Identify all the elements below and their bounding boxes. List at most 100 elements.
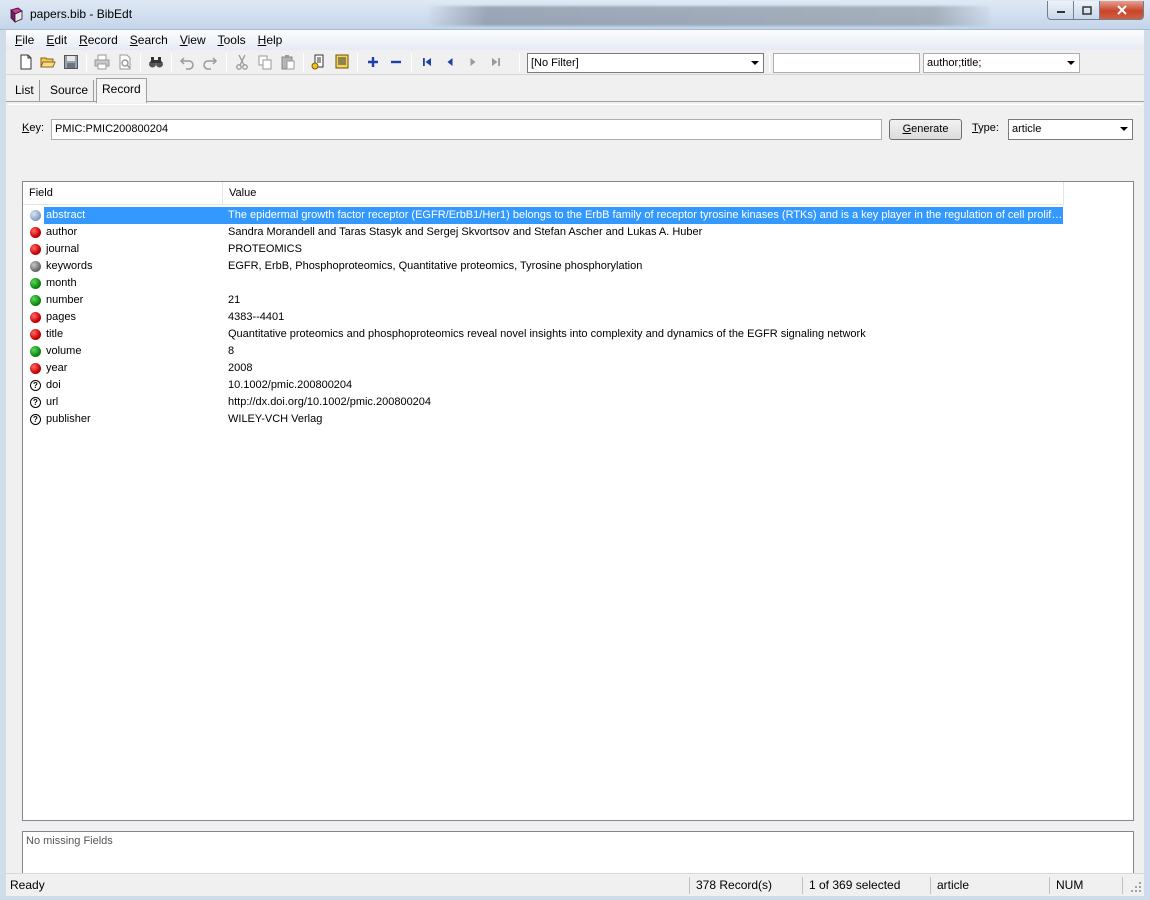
redo-icon[interactable] <box>202 54 218 70</box>
field-value[interactable]: WILEY-VCH Verlag <box>228 411 1063 428</box>
column-header-value[interactable]: Value <box>223 182 1064 205</box>
tab-source[interactable]: Source <box>45 80 95 102</box>
search-fields-dropdown[interactable]: author;title; <box>923 53 1080 73</box>
last-record-icon[interactable] <box>488 54 504 70</box>
status-dot-icon <box>30 312 41 323</box>
question-icon: ? <box>30 397 41 408</box>
print-preview-icon[interactable] <box>117 54 133 70</box>
table-row[interactable]: year 2008 <box>23 360 1064 377</box>
blurred-region <box>430 6 990 26</box>
status-selection: 1 of 369 selected <box>809 878 901 892</box>
menu-tools[interactable]: Tools <box>212 30 252 50</box>
table-row[interactable]: journal PROTEOMICS <box>23 241 1064 258</box>
journal-abbrev-icon[interactable] <box>334 54 350 70</box>
table-row[interactable]: month <box>23 275 1064 292</box>
status-dot-icon <box>30 363 41 374</box>
menu-help[interactable]: Help <box>252 30 289 50</box>
title-bar[interactable]: papers.bib - BibEdt <box>0 0 1150 30</box>
field-value[interactable]: 21 <box>228 292 1063 309</box>
field-name: journal <box>46 243 80 255</box>
field-value[interactable]: The epidermal growth factor receptor (EG… <box>228 207 1063 224</box>
chevron-down-icon <box>751 61 759 65</box>
new-file-icon[interactable] <box>18 54 34 70</box>
save-icon[interactable] <box>63 54 79 70</box>
menu-edit[interactable]: Edit <box>40 30 73 50</box>
field-name: volume <box>46 345 82 357</box>
table-row[interactable]: title Quantitative proteomics and phospho… <box>23 326 1064 343</box>
table-row[interactable]: abstract The epidermal growth factor rece… <box>23 207 1064 224</box>
main-window: File Edit Record Search View Tools Help [No Fi… <box>6 30 1144 896</box>
view-tabs: List Source Record <box>6 76 1144 103</box>
generate-button[interactable]: Generate <box>889 119 962 140</box>
search-input[interactable] <box>773 53 920 73</box>
find-binoculars-icon[interactable] <box>148 54 164 70</box>
column-header-field[interactable]: Field <box>23 182 223 205</box>
status-dot-icon <box>30 295 41 306</box>
print-icon[interactable] <box>94 54 110 70</box>
field-value[interactable] <box>228 275 1063 292</box>
first-record-icon[interactable] <box>419 54 435 70</box>
minimize-icon <box>1056 11 1065 13</box>
key-field[interactable]: PMIC:PMIC200800204 <box>51 119 882 140</box>
field-name: number <box>46 294 84 306</box>
table-row[interactable]: number 21 <box>23 292 1064 309</box>
next-record-icon[interactable] <box>465 54 481 70</box>
close-icon <box>1116 5 1127 15</box>
menu-record[interactable]: Record <box>73 30 124 50</box>
status-bar: Ready 378 Record(s) 1 of 369 selected ar… <box>6 873 1144 895</box>
status-num: NUM <box>1056 878 1084 892</box>
field-value[interactable]: PROTEOMICS <box>228 241 1063 258</box>
field-value[interactable]: 8 <box>228 343 1063 360</box>
fields-grid[interactable]: Field Value abstract The epidermal growth… <box>22 181 1134 821</box>
field-name: abstract <box>44 207 228 224</box>
tab-record[interactable]: Record <box>96 78 147 103</box>
field-value[interactable]: http://dx.doi.org/10.1002/pmic.200800204 <box>228 394 1063 411</box>
status-record-count: 378 Record(s) <box>696 878 773 892</box>
field-value[interactable]: 10.1002/pmic.200800204 <box>228 377 1063 394</box>
grid-header: Field Value <box>23 182 1064 205</box>
menu-search[interactable]: Search <box>124 30 174 50</box>
tab-list[interactable]: List <box>10 80 40 102</box>
paste-icon[interactable] <box>280 54 296 70</box>
field-name: month <box>46 277 77 289</box>
status-type: article <box>937 878 970 892</box>
field-value[interactable]: Quantitative proteomics and phosphoprote… <box>228 326 1063 343</box>
table-row[interactable]: ? doi 10.1002/pmic.200800204 <box>23 377 1064 394</box>
question-icon: ? <box>30 380 41 391</box>
field-name: title <box>46 328 64 340</box>
chevron-down-icon <box>1120 127 1128 131</box>
question-icon: ? <box>30 414 41 425</box>
type-dropdown[interactable]: article <box>1008 119 1133 140</box>
filter-dropdown[interactable]: [No Filter] <box>527 53 764 73</box>
maximize-button[interactable] <box>1074 1 1100 20</box>
generate-key-icon[interactable] <box>311 54 327 70</box>
table-row[interactable]: ? publisher WILEY-VCH Verlag <box>23 411 1064 428</box>
table-row[interactable]: pages 4383--4401 <box>23 309 1064 326</box>
table-row[interactable]: keywords EGFR, ErbB, Phosphoproteomics, Q… <box>23 258 1064 275</box>
resize-grip-icon[interactable] <box>1130 881 1142 893</box>
copy-icon[interactable] <box>257 54 273 70</box>
field-value[interactable]: 4383--4401 <box>228 309 1063 326</box>
filter-value: [No Filter] <box>531 57 579 69</box>
add-record-icon[interactable] <box>365 54 381 70</box>
open-folder-icon[interactable] <box>40 54 56 70</box>
field-name: author <box>46 226 78 238</box>
chevron-down-icon <box>1067 61 1075 65</box>
menu-view[interactable]: View <box>174 30 212 50</box>
table-row[interactable]: volume 8 <box>23 343 1064 360</box>
field-value[interactable]: 2008 <box>228 360 1063 377</box>
previous-record-icon[interactable] <box>442 54 458 70</box>
table-row[interactable]: ? url http://dx.doi.org/10.1002/pmic.20080… <box>23 394 1064 411</box>
menu-bar: File Edit Record Search View Tools Help <box>6 30 1144 50</box>
delete-record-icon[interactable] <box>388 54 404 70</box>
undo-icon[interactable] <box>179 54 195 70</box>
field-name: pages <box>46 311 76 323</box>
cut-icon[interactable] <box>234 54 250 70</box>
menu-file[interactable]: File <box>9 30 40 50</box>
minimize-button[interactable] <box>1047 1 1074 20</box>
close-button[interactable] <box>1100 1 1144 20</box>
field-name: doi <box>46 379 61 391</box>
field-value[interactable]: EGFR, ErbB, Phosphoproteomics, Quantitat… <box>228 258 1063 275</box>
table-row[interactable]: author Sandra Morandell and Taras Stasyk … <box>23 224 1064 241</box>
field-value[interactable]: Sandra Morandell and Taras Stasyk and Se… <box>228 224 1063 241</box>
